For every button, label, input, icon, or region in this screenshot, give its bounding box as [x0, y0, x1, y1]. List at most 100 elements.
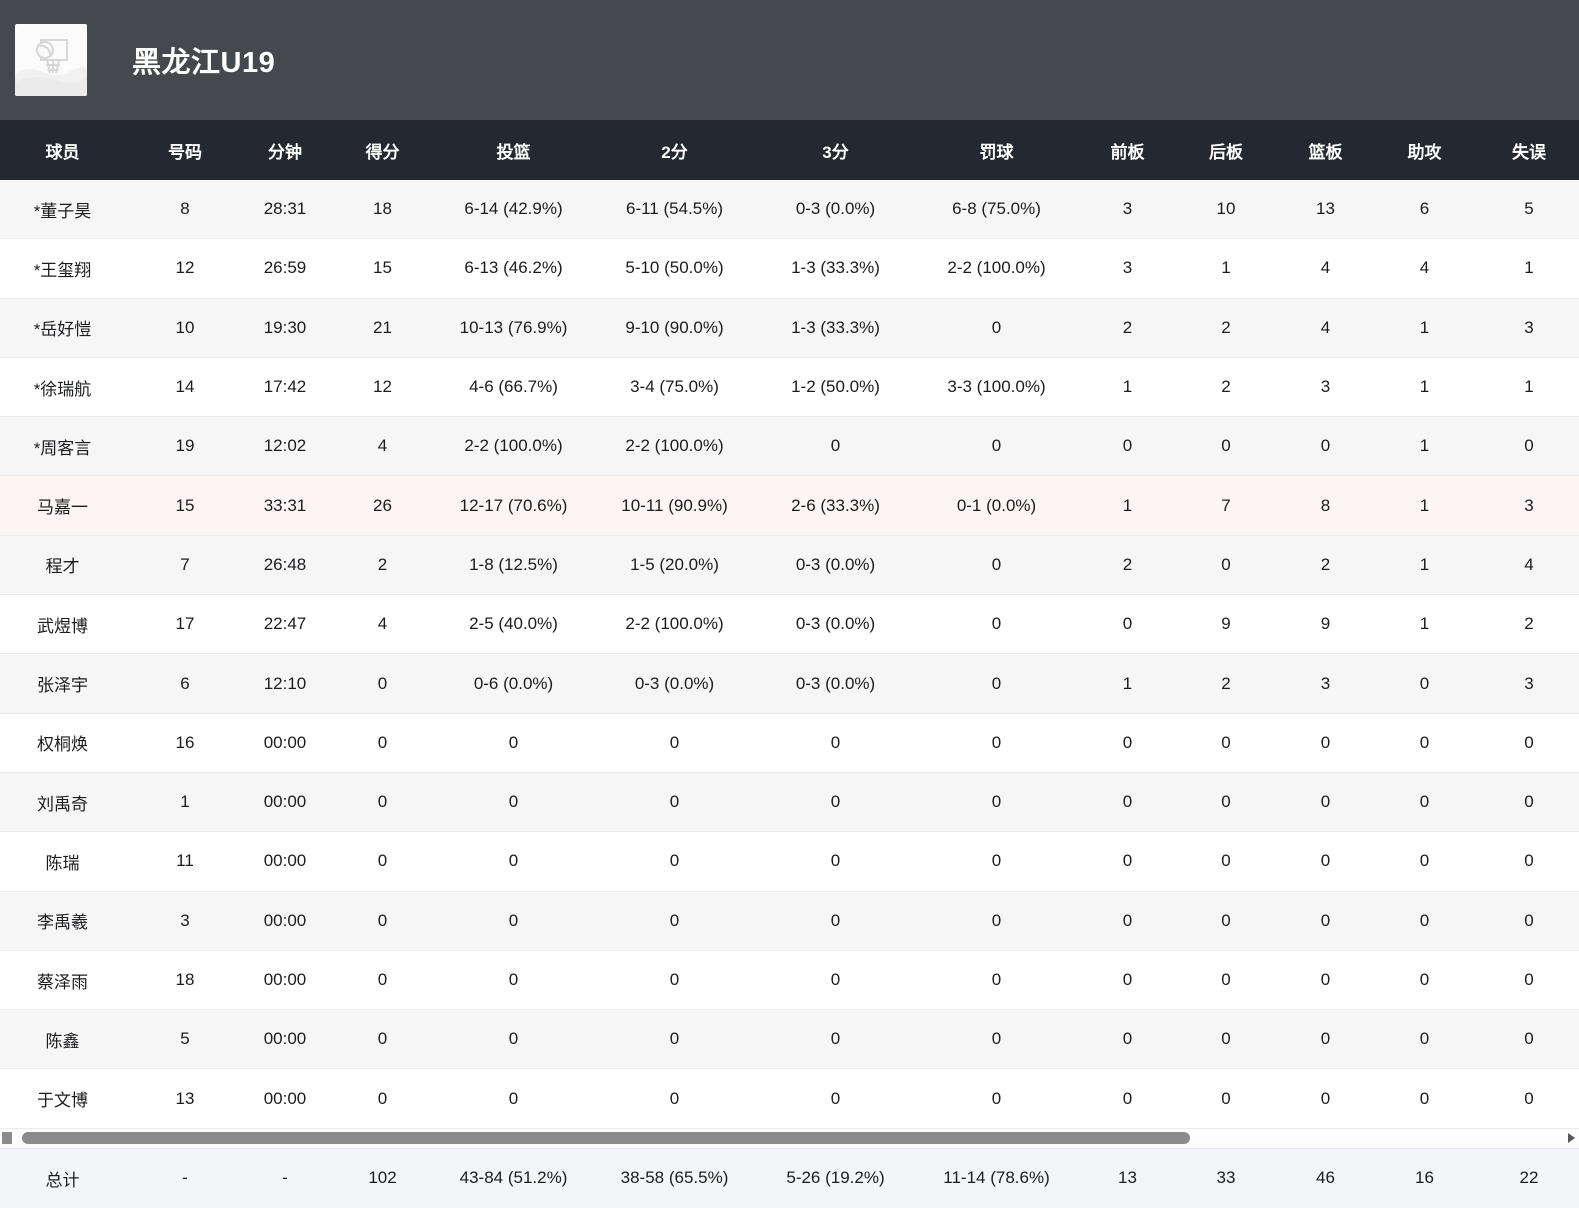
- stat-cell-dreb: 0: [1221, 970, 1231, 989]
- stat-cell-p3: 1-2 (50.0%): [791, 377, 880, 397]
- stat-cell-ast: 0: [1419, 792, 1430, 812]
- stat-cell-points: 21: [373, 317, 392, 337]
- stat-cell-points: 0: [377, 851, 388, 871]
- table-header-row: 球员 号码 分钟 得分 投篮 2分 3分 罚球 前板 后板 篮板 助攻 失误: [0, 120, 1579, 180]
- stat-cell-dreb: 2: [1221, 317, 1231, 337]
- column-header: 2分: [661, 142, 688, 162]
- stat-cell-ft: 0: [991, 1029, 1002, 1049]
- totals-stat-cell-to: 22: [1519, 1168, 1539, 1188]
- stat-cell-reb: 4: [1320, 258, 1331, 278]
- table-row: 蔡泽雨 18 00:00 0 0 0 0 0 0 0 0 0 0: [0, 950, 1579, 1011]
- stat-cell-to: 0: [1524, 970, 1534, 989]
- stat-cell-ast: 0: [1419, 1088, 1430, 1108]
- stat-cell-p3: 0: [830, 970, 841, 989]
- column-header: 助攻: [1407, 142, 1442, 162]
- stat-cell-reb: 2: [1320, 554, 1331, 574]
- stat-cell-reb: 4: [1320, 317, 1331, 337]
- column-header: 投篮: [496, 142, 531, 162]
- stat-cell-reb: 13: [1316, 199, 1335, 219]
- stat-cell-p2: 5-10 (50.0%): [625, 258, 724, 278]
- stat-cell-points: 0: [377, 1088, 388, 1108]
- stat-cell-dreb: 7: [1221, 495, 1231, 515]
- table-body: *董子昊 8 28:31 18 6-14 (42.9%) 6-11 (54.5%) 0-3 …: [0, 180, 1579, 1129]
- stat-cell-to: 0: [1524, 851, 1534, 871]
- stat-cell-p3: 0: [830, 851, 841, 871]
- stat-cell-ft: 0-1 (0.0%): [956, 495, 1037, 515]
- player-name-cell: 陈鑫: [45, 1031, 80, 1051]
- stat-cell-points: 4: [377, 614, 388, 634]
- stat-cell-oreb: 1: [1122, 673, 1133, 693]
- stat-cell-points: 0: [377, 673, 388, 693]
- stat-cell-p2: 0: [669, 970, 680, 989]
- player-name-cell: 程才: [45, 557, 80, 577]
- stat-cell-p2: 10-11 (90.9%): [621, 495, 728, 515]
- stat-cell-ft: 3-3 (100.0%): [947, 377, 1046, 397]
- stat-cell-minutes: 12:10: [263, 673, 307, 693]
- stat-cell-dreb: 0: [1221, 792, 1231, 812]
- stat-cell-p2: 6-11 (54.5%): [625, 199, 723, 219]
- stat-cell-dreb: 10: [1216, 199, 1236, 219]
- stat-cell-reb: 0: [1320, 732, 1331, 752]
- stat-cell-ast: 0: [1419, 851, 1430, 871]
- stat-cell-p2: 0: [669, 1029, 680, 1049]
- stat-cell-p3: 0: [830, 732, 841, 752]
- stat-cell-fg: 2-5 (40.0%): [469, 614, 558, 634]
- player-name-cell: 权桐焕: [37, 735, 88, 755]
- stat-cell-number: 13: [175, 1088, 195, 1108]
- player-name-cell: 武煜博: [37, 616, 88, 636]
- stat-cell-reb: 3: [1320, 673, 1331, 693]
- horizontal-scrollbar[interactable]: [0, 1128, 1579, 1148]
- stat-cell-fg: 0: [508, 1029, 519, 1049]
- stat-cell-points: 12: [373, 377, 392, 397]
- player-name-cell: *王玺翔: [33, 260, 92, 280]
- stat-cell-points: 0: [377, 910, 388, 930]
- stat-cell-oreb: 0: [1122, 1088, 1133, 1108]
- stat-cell-ft: 0: [991, 910, 1002, 930]
- totals-stat-cell-reb: 46: [1316, 1168, 1335, 1188]
- stat-cell-p2: 0: [669, 910, 680, 930]
- stat-cell-ast: 1: [1419, 436, 1430, 456]
- stat-cell-points: 4: [377, 436, 388, 456]
- stat-cell-ast: 1: [1419, 495, 1430, 515]
- player-name-cell: 陈瑞: [45, 853, 80, 873]
- stat-cell-number: 18: [175, 970, 195, 989]
- stat-cell-to: 0: [1524, 436, 1534, 456]
- stat-cell-number: 14: [175, 377, 195, 397]
- stat-cell-oreb: 0: [1122, 1029, 1133, 1049]
- stat-cell-dreb: 0: [1221, 436, 1231, 456]
- table-row: 刘禹奇 1 00:00 0 0 0 0 0 0 0 0 0 0: [0, 772, 1579, 833]
- stat-cell-p2: 2-2 (100.0%): [625, 614, 724, 634]
- stat-cell-p2: 0: [669, 792, 680, 812]
- stat-cell-ft: 0: [991, 851, 1002, 871]
- stat-cell-number: 8: [180, 199, 190, 219]
- stat-cell-p2: 2-2 (100.0%): [625, 436, 724, 456]
- scroll-right-arrow-icon[interactable]: [1568, 1132, 1575, 1143]
- table-row: *岳好愷 10 19:30 21 10-13 (76.9%) 9-10 (90.0%) 1-…: [0, 298, 1579, 358]
- table-row: 李禹羲 3 00:00 0 0 0 0 0 0 0 0 0 0: [0, 891, 1579, 951]
- stat-cell-dreb: 2: [1221, 673, 1231, 693]
- stat-cell-reb: 0: [1320, 1029, 1331, 1049]
- stat-cell-fg: 6-13 (46.2%): [464, 258, 563, 278]
- stat-cell-points: 15: [373, 258, 392, 278]
- column-header: 得分: [365, 142, 400, 162]
- player-name-cell: 张泽宇: [37, 676, 88, 696]
- totals-stat-cell-minutes: -: [282, 1168, 288, 1188]
- player-name-cell: *董子昊: [33, 201, 92, 221]
- stat-cell-number: 11: [176, 851, 194, 871]
- scrollbar-thumb[interactable]: [22, 1131, 1190, 1144]
- stat-cell-reb: 0: [1320, 792, 1331, 812]
- stat-cell-fg: 0: [508, 732, 519, 752]
- stat-cell-minutes: 33:31: [263, 495, 307, 515]
- stat-cell-ft: 0: [991, 614, 1002, 634]
- stat-cell-to: 4: [1524, 554, 1534, 574]
- stat-cell-ft: 0: [991, 792, 1002, 812]
- scroll-left-button-icon[interactable]: [2, 1131, 12, 1144]
- stat-cell-to: 0: [1524, 732, 1534, 752]
- stat-cell-oreb: 3: [1122, 258, 1133, 278]
- stat-cell-oreb: 0: [1122, 910, 1133, 930]
- stat-cell-minutes: 00:00: [263, 1088, 307, 1108]
- stat-cell-number: 3: [180, 910, 190, 930]
- table-row: 陈瑞 11 00:00 0 0 0 0 0 0 0 0 0 0: [0, 832, 1579, 892]
- stat-cell-p3: 0-3 (0.0%): [795, 673, 876, 693]
- table-row: *徐瑞航 14 17:42 12 4-6 (66.7%) 3-4 (75.0%) 1-2 (…: [0, 357, 1579, 418]
